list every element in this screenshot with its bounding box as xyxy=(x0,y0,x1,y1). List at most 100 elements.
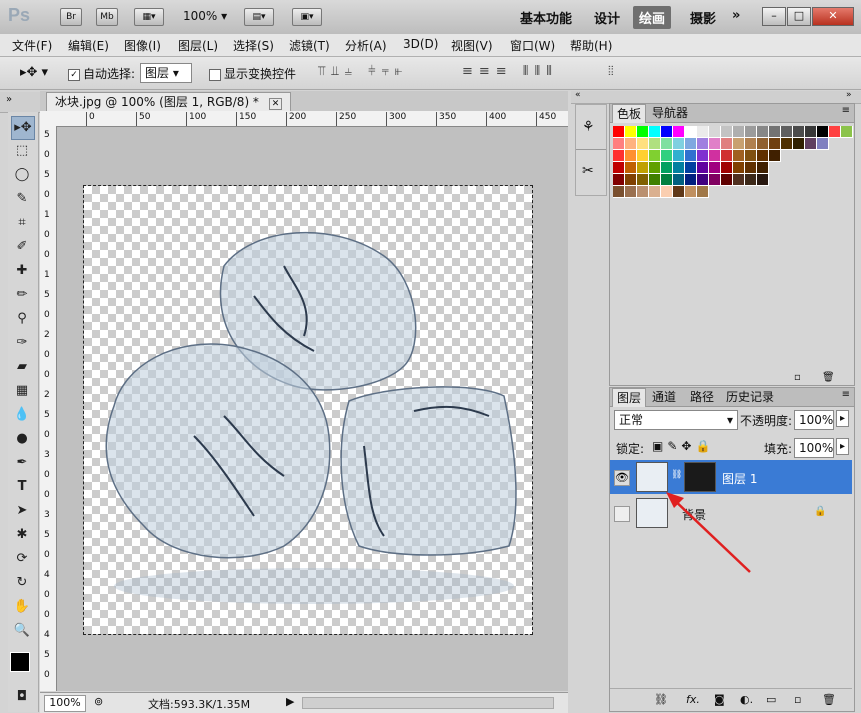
color-swatch[interactable] xyxy=(817,138,829,150)
color-swatch[interactable] xyxy=(709,174,721,186)
menu-analysis[interactable]: 分析(A) xyxy=(345,37,387,54)
menu-filter[interactable]: 滤镜(T) xyxy=(289,37,330,54)
new-group-icon[interactable]: ▭ xyxy=(766,693,776,706)
horizontal-scrollbar[interactable] xyxy=(302,697,554,709)
ruler-origin[interactable] xyxy=(40,111,57,127)
menu-edit[interactable]: 编辑(E) xyxy=(68,37,109,54)
color-swatch[interactable] xyxy=(637,174,649,186)
color-swatch[interactable] xyxy=(685,150,697,162)
color-swatch[interactable] xyxy=(685,138,697,150)
color-swatch[interactable] xyxy=(697,138,709,150)
color-swatch[interactable] xyxy=(673,126,685,138)
color-swatch[interactable] xyxy=(649,126,661,138)
color-swatch[interactable] xyxy=(625,138,637,150)
color-swatch[interactable] xyxy=(685,162,697,174)
auto-align-icon[interactable]: ⦙⦙ xyxy=(608,64,614,79)
menu-window[interactable]: 窗口(W) xyxy=(510,37,555,54)
color-swatch[interactable] xyxy=(649,174,661,186)
color-swatch[interactable] xyxy=(757,174,769,186)
color-swatch[interactable] xyxy=(745,138,757,150)
color-swatch[interactable] xyxy=(721,174,733,186)
color-swatch[interactable] xyxy=(649,150,661,162)
color-swatch[interactable] xyxy=(793,138,805,150)
color-swatch[interactable] xyxy=(649,162,661,174)
status-zoom-field[interactable]: 100% xyxy=(44,695,86,712)
color-swatch[interactable] xyxy=(613,138,625,150)
color-swatch[interactable] xyxy=(637,186,649,198)
link-mask-icon[interactable]: ⛓ xyxy=(671,470,682,480)
color-swatch[interactable] xyxy=(697,150,709,162)
workspace-photography[interactable]: 摄影 xyxy=(690,8,716,27)
tab-history[interactable]: 历史记录 xyxy=(722,388,778,406)
blur-tool-icon[interactable]: 💧 xyxy=(11,404,33,426)
status-menu-arrow-icon[interactable]: ▶ xyxy=(286,695,294,708)
menu-help[interactable]: 帮助(H) xyxy=(570,37,612,54)
color-swatch[interactable] xyxy=(649,138,661,150)
opacity-slider-arrow-icon[interactable]: ▸ xyxy=(836,410,850,427)
color-swatch[interactable] xyxy=(721,126,733,138)
color-swatch[interactable] xyxy=(709,162,721,174)
color-swatch[interactable] xyxy=(637,138,649,150)
color-swatch[interactable] xyxy=(841,126,853,138)
color-swatch[interactable] xyxy=(625,162,637,174)
tab-navigator[interactable]: 导航器 xyxy=(648,104,692,122)
minimize-icon[interactable]: – xyxy=(762,7,786,26)
auto-select-checkbox[interactable]: ✓ 自动选择: xyxy=(68,65,135,82)
color-swatch[interactable] xyxy=(625,150,637,162)
fill-field[interactable]: 100% xyxy=(794,438,834,458)
more-workspaces-icon[interactable]: » xyxy=(732,8,740,23)
color-swatch[interactable] xyxy=(745,150,757,162)
eye-visibility-icon[interactable]: 👁 xyxy=(614,470,630,486)
lasso-tool-icon[interactable]: ◯ xyxy=(11,164,33,186)
arrange-documents-icon[interactable]: ▤▾ xyxy=(244,8,274,26)
menu-select[interactable]: 选择(S) xyxy=(233,37,274,54)
color-swatch[interactable] xyxy=(769,126,781,138)
3d-rotate-tool-icon[interactable]: ⟳ xyxy=(11,548,33,570)
color-swatch[interactable] xyxy=(769,150,781,162)
view-extras-icon[interactable]: ▦▾ xyxy=(134,8,164,26)
tool-presets-icon[interactable]: ✂ xyxy=(582,163,594,179)
add-mask-icon[interactable]: ◙ xyxy=(714,693,725,706)
color-swatch[interactable] xyxy=(817,126,829,138)
color-swatch[interactable] xyxy=(733,138,745,150)
type-tool-icon[interactable]: T xyxy=(11,476,33,498)
crop-tool-icon[interactable]: ⌗ xyxy=(11,212,33,234)
tab-paths[interactable]: 路径 xyxy=(686,388,718,406)
dodge-tool-icon[interactable]: ● xyxy=(11,428,33,450)
color-swatch[interactable] xyxy=(661,126,673,138)
color-swatch[interactable] xyxy=(625,186,637,198)
document-tab[interactable]: 冰块.jpg @ 100% (图层 1, RGB/8) * ✕ xyxy=(46,92,292,111)
color-swatch[interactable] xyxy=(613,174,625,186)
color-swatch[interactable] xyxy=(697,174,709,186)
color-swatch[interactable] xyxy=(733,162,745,174)
blend-mode-dropdown[interactable]: 正常 ▾ xyxy=(614,410,738,430)
clone-stamp-tool-icon[interactable]: ⚲ xyxy=(11,308,33,330)
color-swatch[interactable] xyxy=(757,162,769,174)
delete-swatch-icon[interactable]: 🗑 xyxy=(822,372,835,383)
color-swatch[interactable] xyxy=(613,186,625,198)
color-swatch[interactable] xyxy=(697,186,709,198)
gradient-tool-icon[interactable]: ▦ xyxy=(11,380,33,402)
eraser-tool-icon[interactable]: ▰ xyxy=(11,356,33,378)
color-swatch[interactable] xyxy=(757,126,769,138)
history-brush-tool-icon[interactable]: ✑ xyxy=(11,332,33,354)
panel-menu-icon[interactable]: ≡ xyxy=(842,105,850,116)
color-swatch[interactable] xyxy=(673,150,685,162)
align-icons[interactable]: ⫪⫫⫨ ⫩⫧⫦ xyxy=(318,64,408,79)
distribute-icons[interactable]: ≡≡≡ ⦀⦀⦀ xyxy=(462,64,558,79)
color-swatch[interactable] xyxy=(793,126,805,138)
color-swatch[interactable] xyxy=(613,162,625,174)
close-tab-icon[interactable]: ✕ xyxy=(268,98,283,110)
bridge-button[interactable]: Br xyxy=(60,8,82,26)
color-swatch[interactable] xyxy=(673,186,685,198)
color-swatch[interactable] xyxy=(769,138,781,150)
collapse-panels-icon[interactable]: » xyxy=(846,90,852,100)
layers-panel-menu-icon[interactable]: ≡ xyxy=(842,389,850,400)
move-tool-preset-icon[interactable]: ▸✥ ▾ xyxy=(20,65,48,80)
color-swatch[interactable] xyxy=(685,174,697,186)
color-swatch[interactable] xyxy=(757,150,769,162)
color-swatch[interactable] xyxy=(745,126,757,138)
color-swatch[interactable] xyxy=(757,138,769,150)
color-swatch[interactable] xyxy=(613,150,625,162)
menu-view[interactable]: 视图(V) xyxy=(451,37,493,54)
